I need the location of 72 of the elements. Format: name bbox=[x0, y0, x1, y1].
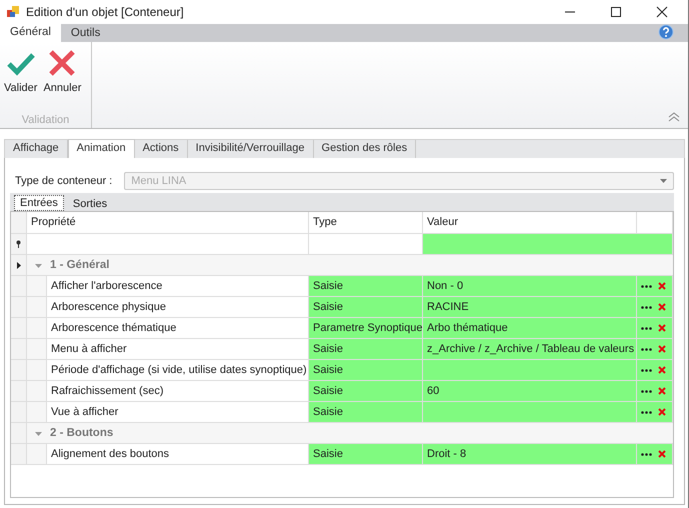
delete-icon[interactable] bbox=[658, 345, 666, 353]
indent-cell bbox=[27, 318, 47, 339]
group-title: 1 - Général bbox=[50, 259, 110, 271]
close-icon bbox=[656, 6, 668, 18]
delete-icon[interactable] bbox=[658, 408, 666, 416]
group-title: 2 - Boutons bbox=[50, 427, 114, 439]
maximize-icon bbox=[610, 6, 622, 18]
table-cell: Arborescence physique bbox=[47, 297, 309, 318]
table-cell: Saisie bbox=[309, 444, 423, 465]
delete-icon[interactable] bbox=[658, 366, 666, 374]
validate-button[interactable]: Valider bbox=[2, 48, 40, 94]
column-header[interactable]: Type bbox=[309, 212, 423, 234]
table-cell: Parametre Synoptique bbox=[309, 318, 423, 339]
delete-icon[interactable] bbox=[658, 450, 666, 458]
collapse-icon bbox=[668, 112, 680, 122]
row-header[interactable] bbox=[11, 255, 27, 276]
table-cell: 60 bbox=[423, 381, 637, 402]
table-cell: Saisie bbox=[309, 276, 423, 297]
delete-icon[interactable] bbox=[658, 387, 666, 395]
ellipsis-icon[interactable] bbox=[641, 452, 652, 456]
ellipsis-icon[interactable] bbox=[641, 410, 652, 414]
ellipsis-icon[interactable] bbox=[641, 390, 652, 392]
filter-cell[interactable] bbox=[423, 234, 673, 255]
table-cell: Saisie bbox=[309, 381, 423, 402]
caret-icon bbox=[660, 179, 667, 183]
ellipsis-icon[interactable] bbox=[641, 284, 652, 288]
app-icon bbox=[6, 5, 20, 19]
cancel-button[interactable]: Annuler bbox=[41, 48, 84, 94]
delete-icon[interactable] bbox=[658, 324, 666, 332]
table-cell: Saisie bbox=[309, 339, 423, 360]
table-cell: Saisie bbox=[309, 297, 423, 318]
table-cell: Menu à afficher bbox=[47, 339, 309, 360]
indent-cell bbox=[27, 360, 47, 381]
filter-pin-icon bbox=[16, 240, 21, 248]
expand-arrow-icon[interactable] bbox=[35, 262, 42, 268]
ellipsis-icon[interactable] bbox=[641, 326, 652, 330]
table-cell: Afficher l'arborescence bbox=[47, 276, 309, 297]
table-cell: Droit - 8 bbox=[423, 444, 637, 465]
delete-icon[interactable] bbox=[658, 282, 666, 290]
table-cell: RACINE bbox=[423, 297, 637, 318]
table-cell: Non - 0 bbox=[423, 276, 637, 297]
table-cell: Saisie bbox=[309, 360, 423, 381]
sub-tab[interactable]: Sorties bbox=[68, 197, 112, 211]
field-label: Type de conteneur : bbox=[15, 175, 112, 187]
tab[interactable]: Animation bbox=[68, 139, 135, 158]
tab[interactable]: Gestion des rôles bbox=[314, 140, 416, 158]
column-header[interactable]: Valeur bbox=[423, 212, 637, 234]
indent-cell bbox=[27, 297, 47, 318]
cross-icon bbox=[47, 48, 78, 78]
table-cell: Alignement des boutons bbox=[47, 444, 309, 465]
table-cell: Saisie bbox=[309, 402, 423, 423]
sub-tab[interactable]: Entrées bbox=[14, 195, 64, 211]
ellipsis-icon[interactable] bbox=[641, 368, 652, 372]
table-cell: z_Archive / z_Archive / Tableau de valeurs bbox=[423, 339, 637, 360]
table-cell: Arbo thématique bbox=[423, 318, 637, 339]
tab[interactable]: Actions bbox=[134, 140, 188, 158]
indent-cell bbox=[27, 381, 47, 402]
table-cell: Arborescence thématique bbox=[47, 318, 309, 339]
column-header[interactable]: Propriété bbox=[27, 212, 309, 234]
tab[interactable]: Invisibilité/Verrouillage bbox=[188, 140, 314, 158]
table-cell: Rafraichissement (sec) bbox=[47, 381, 309, 402]
ribbon-tab[interactable]: Outils bbox=[60, 25, 110, 42]
ellipsis-icon[interactable] bbox=[641, 348, 652, 350]
window-title: Edition d'un objet [Conteneur] bbox=[26, 5, 184, 19]
table-cell: Période d'affichage (si vide, utilise dates synoptique) bbox=[47, 360, 309, 381]
ellipsis-icon[interactable] bbox=[641, 306, 652, 308]
current-row-icon bbox=[16, 262, 20, 268]
ribbon-tab[interactable]: Général bbox=[0, 23, 61, 42]
group-label: Validation bbox=[20, 114, 70, 126]
delete-icon[interactable] bbox=[658, 303, 666, 311]
indent-cell bbox=[27, 339, 47, 360]
expand-arrow-icon[interactable] bbox=[35, 430, 42, 436]
